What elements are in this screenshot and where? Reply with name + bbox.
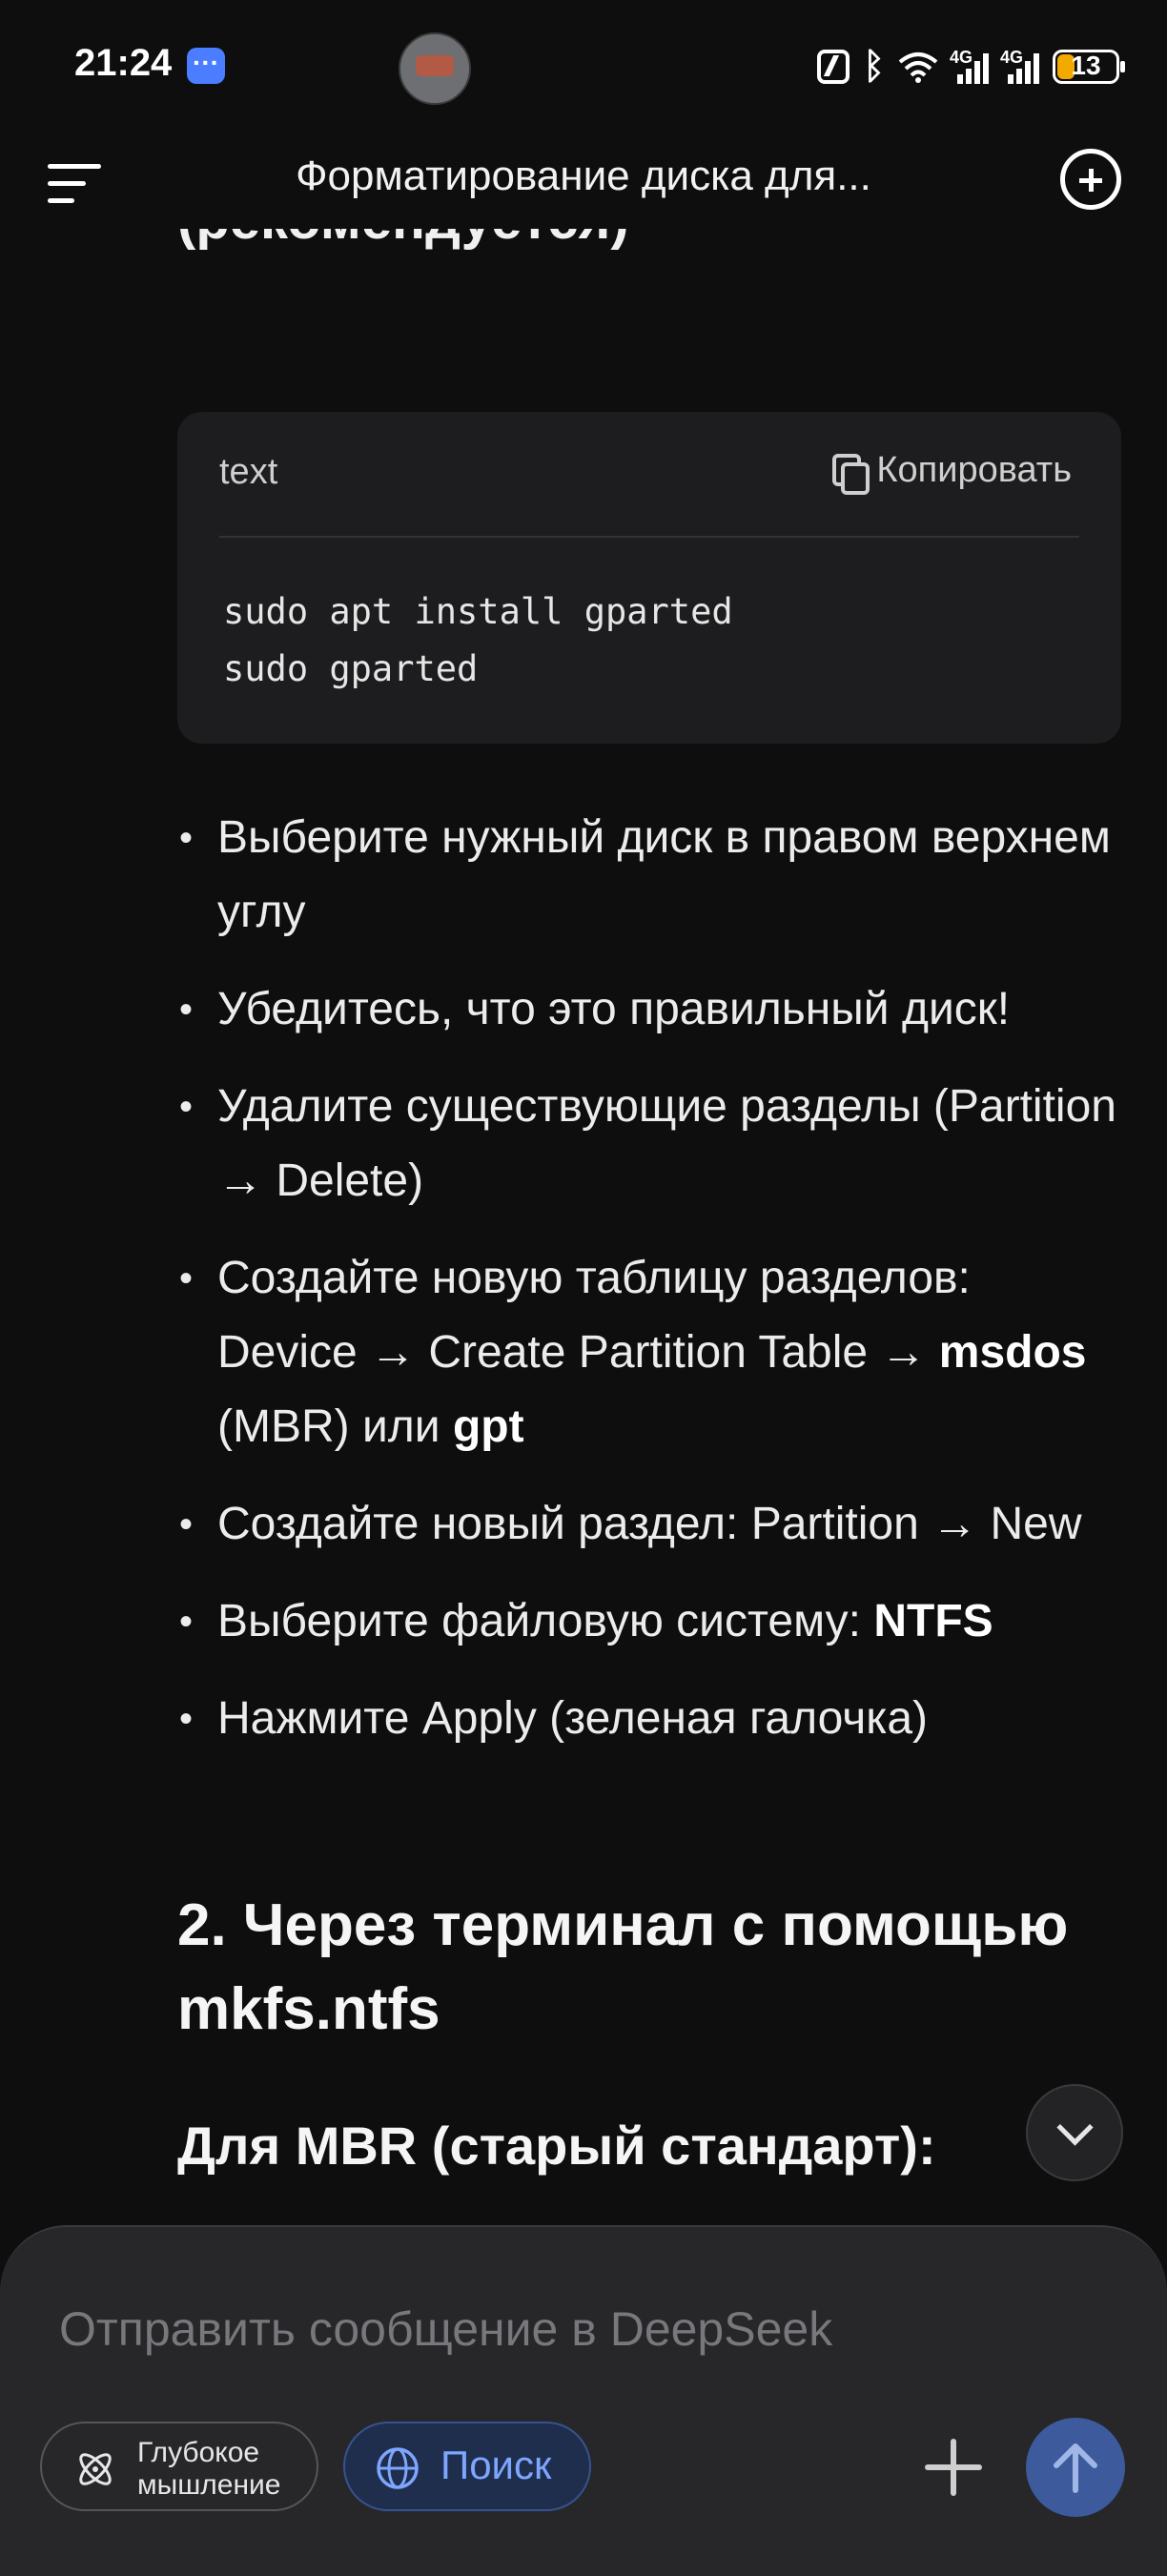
attach-plus-icon[interactable] xyxy=(925,2439,982,2496)
code-text: sudo apt install gparted sudo gparted xyxy=(223,591,733,689)
code-block: text Копировать sudo apt install gparted… xyxy=(177,412,1121,744)
subsection-heading: Для MBR (старый стандарт): xyxy=(177,2116,936,2176)
list-item: Удалите существующие разделы (Partition … xyxy=(177,1070,1121,1218)
list-item: Выберите нужный диск в правом верхнем уг… xyxy=(177,801,1121,950)
copy-button[interactable]: Копировать xyxy=(832,450,1072,495)
deep-think-label: Глубокое мышление xyxy=(137,2437,281,2501)
code-language: text xyxy=(219,452,278,492)
list-item: Нажмите Apply (зеленая галочка) xyxy=(177,1682,1121,1756)
list-item: Создайте новый раздел: Partition → New xyxy=(177,1487,1121,1562)
arrow-up-icon xyxy=(1054,2443,1097,2493)
copy-icon xyxy=(832,453,870,495)
chat-content: (рекомендуется) text Копировать sudo apt… xyxy=(177,0,1121,2231)
deep-think-button[interactable]: Глубокое мышление xyxy=(40,2422,318,2511)
globe-icon xyxy=(377,2447,419,2489)
list-item: Убедитесь, что это правильный диск! xyxy=(177,972,1121,1047)
divider xyxy=(219,536,1079,538)
app-header: Форматирование диска для... xyxy=(0,133,1167,229)
copy-label: Копировать xyxy=(876,450,1072,490)
message-composer: Отправить сообщение в DeepSeek Глубокое … xyxy=(0,2225,1167,2576)
status-time: 21:24 xyxy=(74,42,173,84)
search-label: Поиск xyxy=(440,2443,552,2487)
menu-icon[interactable] xyxy=(48,162,101,204)
list-item: Выберите файловую систему: NTFS xyxy=(177,1584,1121,1659)
page-title: Форматирование диска для... xyxy=(296,153,871,199)
section-heading: 2. Через терминал с помощью mkfs.ntfs xyxy=(177,1892,1069,2042)
search-button[interactable]: Поиск xyxy=(343,2422,591,2511)
steps-list: Выберите нужный диск в правом верхнем уг… xyxy=(177,801,1121,1779)
scroll-down-button[interactable] xyxy=(1026,2084,1123,2181)
atom-icon xyxy=(79,2453,112,2485)
message-input[interactable]: Отправить сообщение в DeepSeek xyxy=(59,2301,832,2357)
new-chat-icon[interactable] xyxy=(1060,149,1121,210)
list-item: Создайте новую таблицу разделов: Device … xyxy=(177,1241,1121,1464)
send-button[interactable] xyxy=(1026,2418,1125,2517)
